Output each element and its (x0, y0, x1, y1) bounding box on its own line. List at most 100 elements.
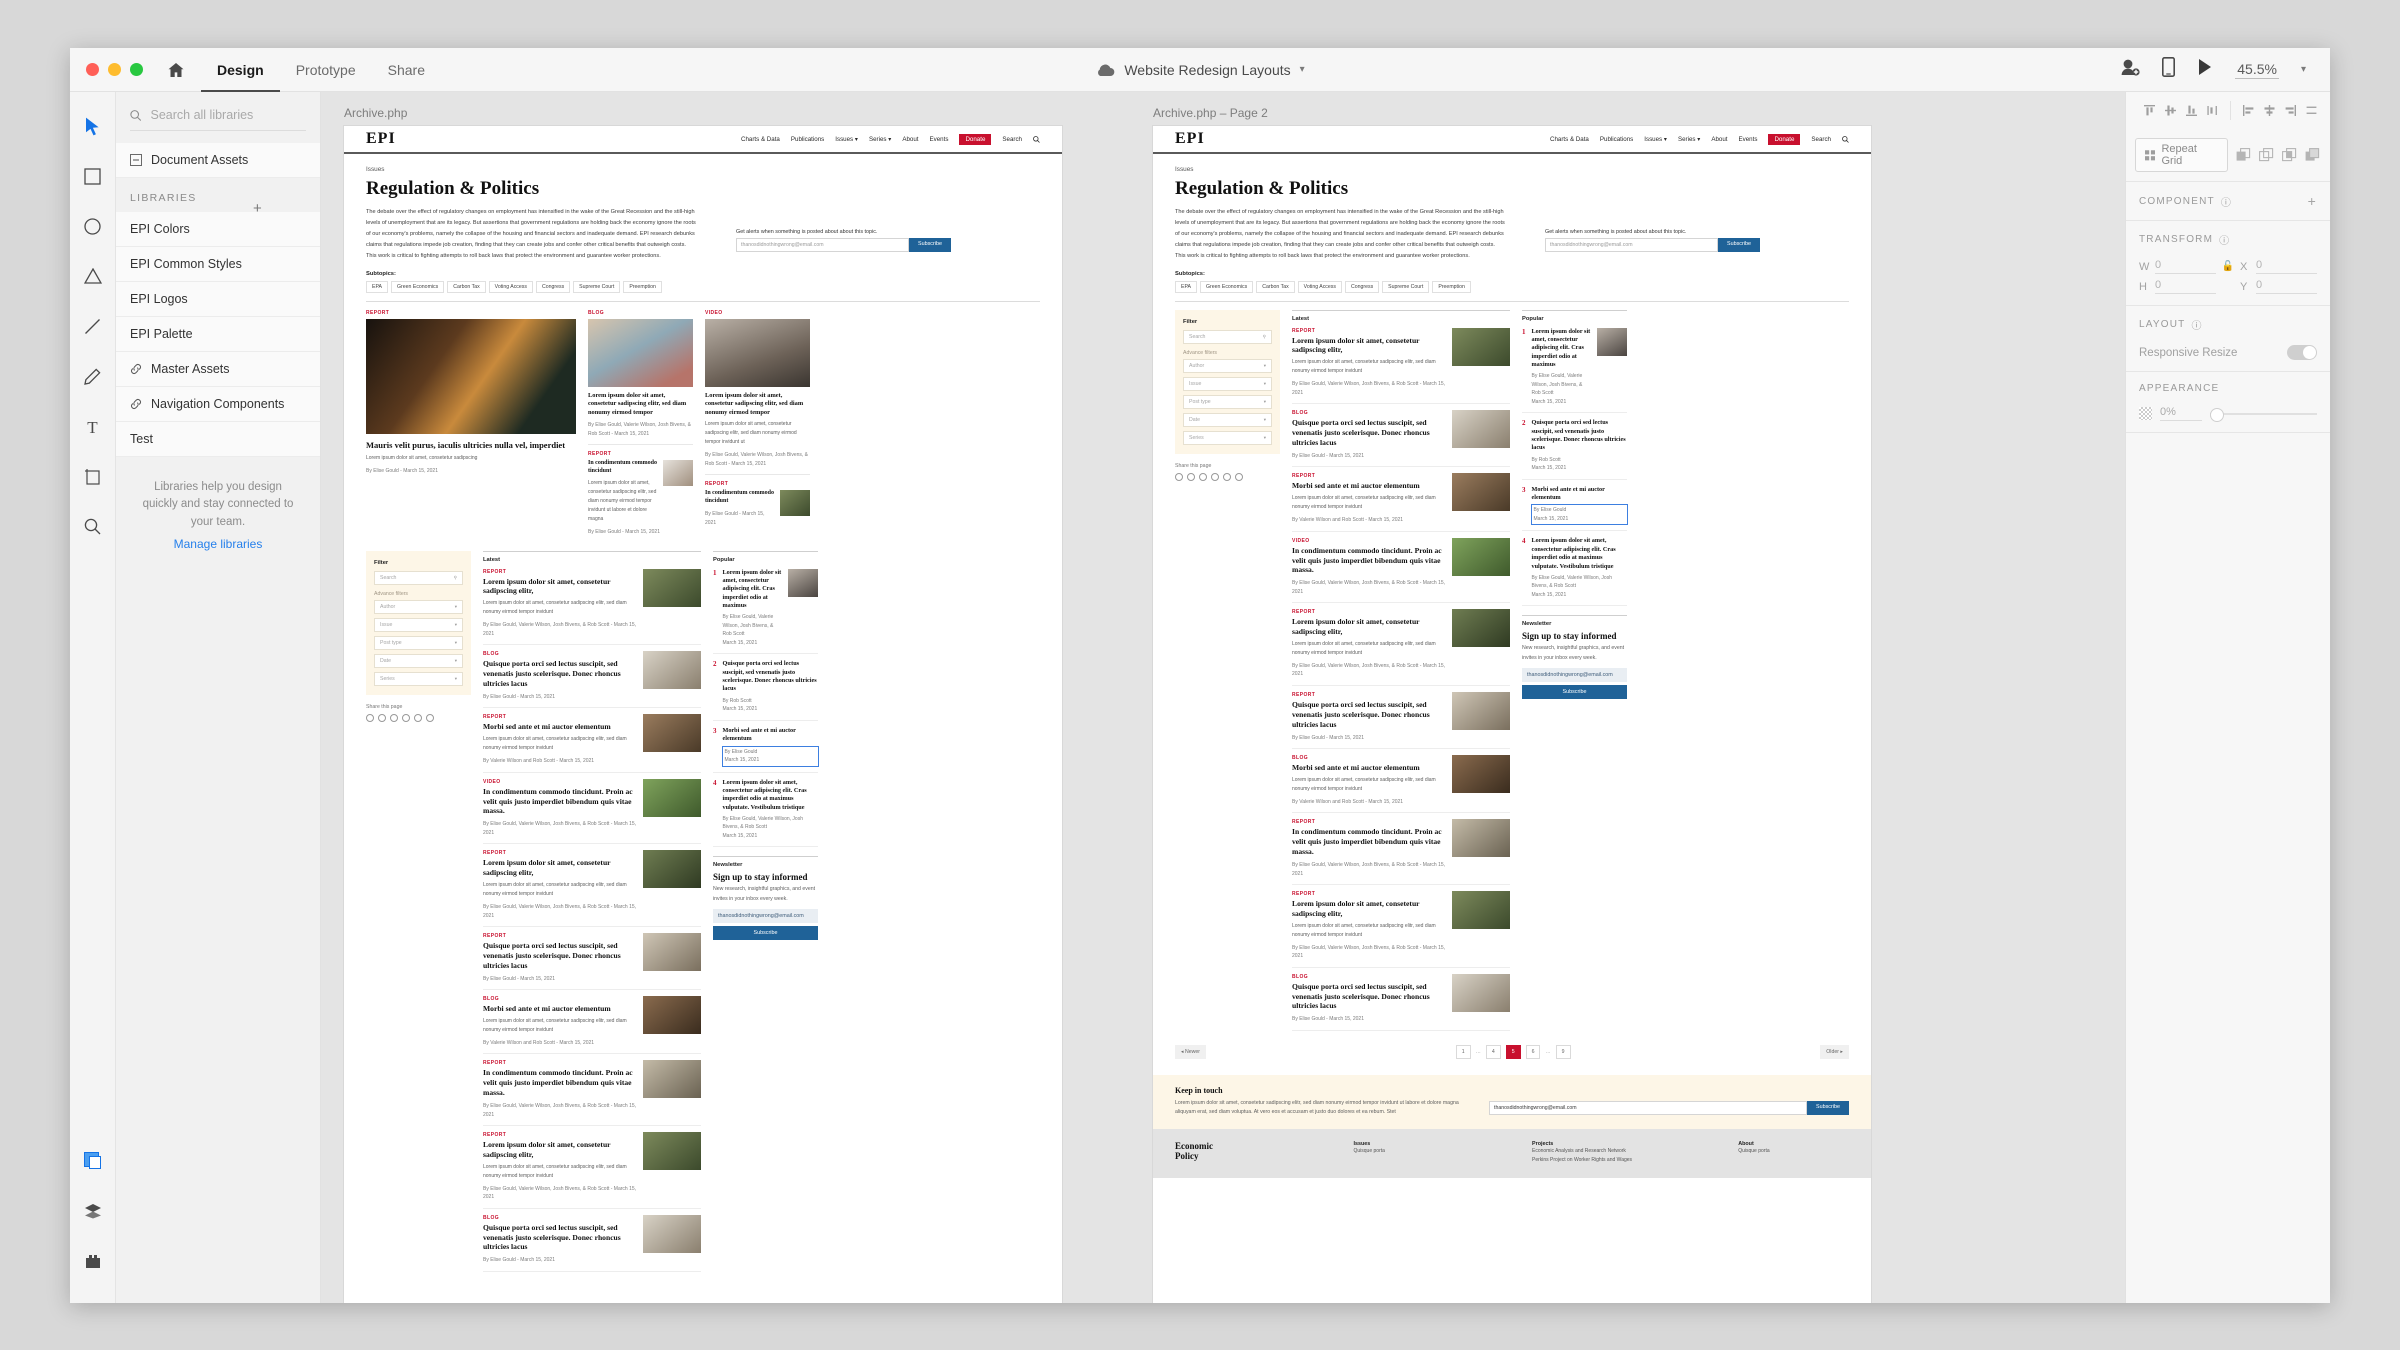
library-item-test[interactable]: Test (116, 422, 320, 457)
subtopic-chip[interactable]: Supreme Court (573, 280, 621, 293)
latest-list-item[interactable]: REPORT Lorem ipsum dolor sit amet, conset… (483, 1126, 701, 1209)
info-icon[interactable]: ⓘ (2191, 317, 2202, 332)
nav-publications[interactable]: Publications (1600, 136, 1633, 143)
subtopic-chip[interactable]: Carbon Tax (447, 280, 486, 293)
width-input[interactable]: 0 (2155, 259, 2216, 274)
pagination[interactable]: ◂ Newer 1 … 4 5 6 … 9 Older ▸ (1175, 1044, 1849, 1059)
pen-tool[interactable] (81, 364, 105, 388)
subtopic-chip[interactable]: Voting Access (488, 280, 533, 293)
repeat-grid-button[interactable]: Repeat Grid (2135, 138, 2228, 172)
nav-charts-data[interactable]: Charts & Data (1550, 136, 1589, 143)
share-icons[interactable] (1175, 472, 1280, 481)
text-tool[interactable]: T (81, 414, 105, 438)
latest-list-item[interactable]: BLOG Morbi sed ante et mi auctor elementu… (483, 990, 701, 1055)
play-icon[interactable] (2197, 58, 2213, 81)
add-library-button[interactable]: + (253, 200, 262, 217)
nav-events[interactable]: Events (1739, 136, 1758, 143)
align-horizontal-group[interactable] (2230, 101, 2329, 120)
opacity-slider[interactable] (2210, 407, 2317, 422)
card-title[interactable]: Lorem ipsum dolor sit amet, consetetur s… (588, 392, 693, 418)
info-icon[interactable]: ⓘ (2221, 194, 2232, 209)
card-title[interactable]: Lorem ipsum dolor sit amet, consetetur s… (483, 577, 637, 597)
filter-dropdown-post-type[interactable]: Post type ▾ (374, 635, 463, 650)
instagram-icon[interactable] (402, 713, 410, 722)
align-vertical-group[interactable] (2132, 101, 2230, 120)
zoom-tool[interactable] (81, 514, 105, 538)
popular-list-item[interactable]: 1 Lorem ipsum dolor sit amet, consectetur… (713, 563, 818, 655)
footer-item[interactable]: Perkins Project on Worker Rights and Wag… (1532, 1156, 1698, 1166)
donate-button[interactable]: Donate (959, 133, 992, 145)
pagination-pages[interactable]: 1 … 4 5 6 … 9 (1206, 1044, 1820, 1059)
subtopic-chip[interactable]: EPA (366, 280, 388, 293)
add-user-icon[interactable] (2120, 58, 2140, 81)
filter-dropdown-author[interactable]: Author ▾ (1183, 358, 1272, 373)
mobile-preview-icon[interactable] (2162, 57, 2176, 82)
pagination-page-9[interactable]: 9 (1555, 1044, 1571, 1059)
nav-events[interactable]: Events (930, 136, 949, 143)
library-search[interactable] (130, 108, 306, 131)
filter-dropdown-date[interactable]: Date ▾ (1183, 412, 1272, 427)
y-input[interactable]: 0 (2256, 279, 2317, 294)
align-center-icon[interactable] (2260, 101, 2279, 120)
layers-panel-icon[interactable] (81, 1199, 105, 1223)
filter-dropdown-issue[interactable]: Issue ▾ (374, 617, 463, 632)
nav-issues[interactable]: Issues ▾ (1644, 136, 1667, 143)
zoom-chevron-down-icon[interactable]: ▾ (2301, 64, 2306, 75)
filter-search-input[interactable]: Search ⚲ (1183, 329, 1272, 344)
library-item-master-assets[interactable]: Master Assets (116, 352, 320, 387)
latest-list-item[interactable]: REPORT Lorem ipsum dolor sit amet, conset… (1292, 885, 1510, 968)
opacity-value[interactable]: 0% (2160, 406, 2202, 421)
newsletter-subscribe-button[interactable]: Subscribe (713, 926, 818, 941)
repeat-grid-row[interactable]: Repeat Grid (2126, 129, 2330, 182)
line-tool[interactable] (81, 314, 105, 338)
twitter-icon[interactable] (414, 713, 422, 722)
popular-list-item[interactable]: 4 Lorem ipsum dolor sit amet, consectetur… (713, 773, 818, 848)
card-title[interactable]: Quisque porta orci sed lectus suscipit, … (483, 941, 637, 971)
card-title[interactable]: Lorem ipsum dolor sit amet, consetetur s… (1292, 899, 1446, 919)
search-input[interactable] (150, 108, 306, 122)
card-title[interactable]: Morbi sed ante et mi auctor elementum (483, 1004, 637, 1014)
popular-list-item[interactable]: 3 Morbi sed ante et mi auctor elementum By… (713, 721, 819, 773)
filter-dropdown-date[interactable]: Date ▾ (374, 653, 463, 668)
subtopic-chip[interactable]: Carbon Tax (1256, 280, 1295, 293)
popular-list-item[interactable]: 2 Quisque porta orci sed lectus suscipit,… (713, 654, 818, 721)
library-item-epi-logos[interactable]: EPI Logos (116, 282, 320, 317)
assets-panel-icon[interactable] (81, 1149, 105, 1173)
latest-list-item[interactable]: BLOG Quisque porta orci sed lectus suscip… (483, 645, 701, 709)
library-document-assets[interactable]: Document Assets (116, 143, 320, 178)
boolean-exclude-icon[interactable] (2305, 147, 2321, 164)
pagination-page-1[interactable]: 1 (1455, 1044, 1471, 1059)
popular-list-item[interactable]: 4 Lorem ipsum dolor sit amet, consectetur… (1522, 531, 1627, 607)
nav-about[interactable]: About (1711, 136, 1727, 143)
card-title[interactable]: In condimentum commodo tincidunt (588, 460, 658, 476)
document-title-menu[interactable]: Website Redesign Layouts ▾ (1095, 62, 1305, 78)
subfeature-card[interactable]: REPORT In condimentum commodo tincidunt … (588, 451, 693, 536)
filter-dropdown-issue[interactable]: Issue ▾ (1183, 376, 1272, 391)
boolean-subtract-icon[interactable] (2258, 147, 2274, 164)
donate-button[interactable]: Donate (1768, 133, 1801, 145)
maximize-window-button[interactable] (130, 63, 143, 76)
tab-prototype[interactable]: Prototype (280, 48, 372, 92)
ellipse-tool[interactable] (81, 214, 105, 238)
alignment-toolbar[interactable] (2126, 92, 2330, 129)
globe-icon[interactable] (390, 713, 398, 722)
footer-item[interactable]: Economic Analysis and Research Network (1532, 1147, 1698, 1157)
library-item-navigation-components[interactable]: Navigation Components (116, 387, 320, 422)
latest-list-item[interactable]: VIDEO In condimentum commodo tincidunt. P… (483, 773, 701, 845)
info-icon[interactable]: ⓘ (2219, 232, 2230, 247)
card-title[interactable]: Quisque porta orci sed lectus suscipit, … (483, 659, 637, 689)
pagination-page-5[interactable]: 5 (1505, 1044, 1521, 1059)
subtopic-chip[interactable]: Congress (535, 280, 571, 293)
card-title[interactable]: Lorem ipsum dolor sit amet, consetetur s… (483, 858, 637, 878)
card-title[interactable]: In condimentum commodo tincidunt. Proin … (1292, 827, 1446, 857)
latest-list-item[interactable]: REPORT Morbi sed ante et mi auctor elemen… (483, 708, 701, 773)
alerts-email-input[interactable]: thanosdidnothingwrong@email.com (1545, 238, 1719, 252)
facebook-icon[interactable] (1187, 472, 1195, 481)
nav-series[interactable]: Series ▾ (869, 136, 891, 143)
card-title[interactable]: Lorem ipsum dolor sit amet, consectetur … (1532, 328, 1592, 370)
card-title[interactable]: In condimentum commodo tincidunt (705, 490, 775, 506)
filter-search-input[interactable]: Search ⚲ (374, 570, 463, 585)
link-icon[interactable] (1235, 472, 1243, 481)
tab-share[interactable]: Share (372, 48, 441, 92)
latest-list-item[interactable]: BLOG Quisque porta orci sed lectus suscip… (483, 1209, 701, 1272)
